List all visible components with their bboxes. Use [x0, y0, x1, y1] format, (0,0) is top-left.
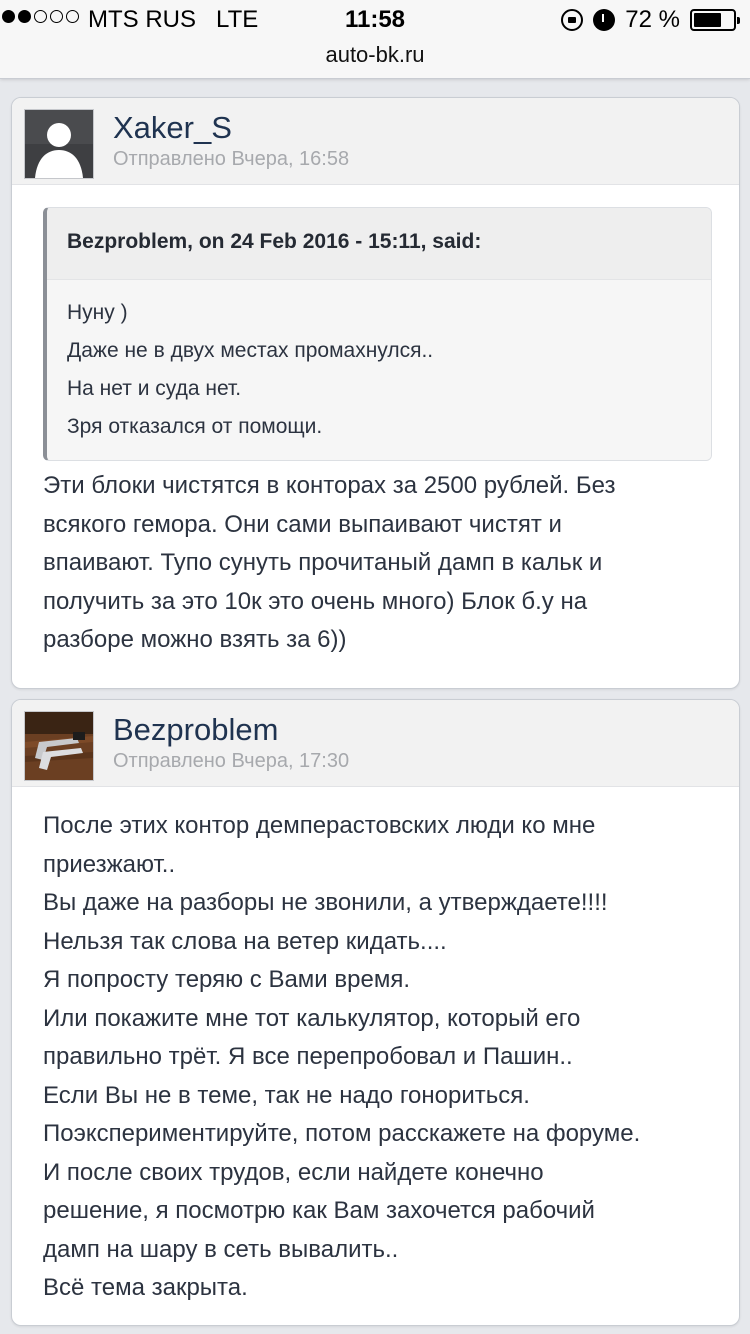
- post-line: разборе можно взять за 6)): [43, 626, 347, 653]
- address-bar-url[interactable]: auto-bk.ru: [0, 42, 750, 68]
- post-line: всякого гемора. Они сами выпаивают чистя…: [43, 510, 562, 538]
- quote-line: На нет и суда нет.: [67, 377, 242, 400]
- post-content: Эти блоки чистятся в конторах за 2500 ру…: [43, 467, 709, 660]
- post-date: Отправлено Вчера, 16:58: [113, 148, 350, 170]
- post-line: Нельзя так слова на ветер кидать....: [43, 927, 447, 955]
- post-line: дамп на шару в сеть вывалить..: [43, 1235, 399, 1263]
- post-author[interactable]: Xaker_S: [113, 110, 232, 146]
- post-line: После этих контор демперастовских люди к…: [43, 812, 596, 839]
- post-line: И после своих трудов, если найдете конеч…: [43, 1158, 544, 1186]
- default-avatar-icon[interactable]: [24, 109, 94, 179]
- post-date: Отправлено Вчера, 17:30: [113, 750, 350, 772]
- post-line: Эти блоки чистятся в конторах за 2500 ру…: [43, 472, 616, 499]
- user-avatar-pistols-icon[interactable]: [24, 711, 94, 781]
- post-content: После этих контор демперастовских люди к…: [43, 807, 709, 1308]
- status-bar: MTS RUS LTE 11:58 72 %: [0, 6, 750, 36]
- post-author[interactable]: Bezproblem: [113, 712, 278, 748]
- post-line: получить за это 10к это очень много) Бло…: [43, 587, 588, 615]
- rotation-lock-icon: [561, 9, 584, 31]
- post-header: Xaker_S Отправлено Вчера, 16:58: [12, 98, 739, 185]
- post-line: впаивают. Тупо сунуть прочитаный дамп в …: [43, 549, 603, 576]
- post-line: Или покажите мне тот калькулятор, которы…: [43, 1004, 581, 1032]
- quote-block: Bezproblem, on 24 Feb 2016 - 15:11, said…: [43, 207, 712, 461]
- post-line: правильно трёт. Я все перепробовал и Паш…: [43, 1043, 573, 1070]
- post-line: Вы даже на разборы не звонили, а утвержд…: [43, 889, 608, 916]
- quote-citation: Bezproblem, on 24 Feb 2016 - 15:11, said…: [47, 208, 711, 280]
- post-line: Поэкспериментируйте, потом расскажете на…: [43, 1120, 641, 1147]
- post-line: приезжают..: [43, 850, 176, 878]
- quote-line: Даже не в двух местах промахнулся..: [67, 339, 434, 362]
- quote-line: Нуну ): [67, 301, 128, 324]
- battery-percent: 72 %: [625, 6, 680, 33]
- post-line: решение, я посмотрю как Вам захочется ра…: [43, 1197, 595, 1224]
- browser-top-bar: MTS RUS LTE 11:58 72 % auto-bk.ru: [0, 0, 750, 79]
- forum-post: Bezproblem Отправлено Вчера, 17:30 После…: [11, 699, 740, 1326]
- battery-icon: [690, 9, 740, 31]
- quote-line: Зря отказался от помощи.: [67, 415, 323, 438]
- post-header: Bezproblem Отправлено Вчера, 17:30: [12, 700, 739, 787]
- post-line: Всё тема закрыта.: [43, 1274, 248, 1301]
- forum-post: Xaker_S Отправлено Вчера, 16:58 Bezprobl…: [11, 97, 740, 689]
- alarm-icon: [593, 9, 616, 31]
- post-line: Если Вы не в теме, так не надо гоноритьс…: [43, 1081, 530, 1109]
- post-line: Я попросту теряю с Вами время.: [43, 966, 410, 993]
